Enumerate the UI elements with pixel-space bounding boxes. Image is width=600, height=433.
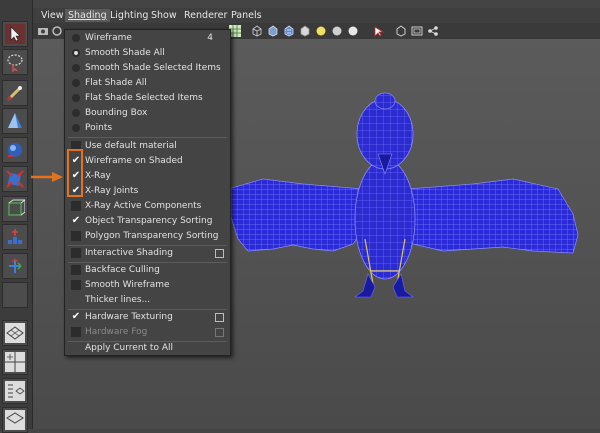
menu-item-hardware-fog: Hardware Fog	[65, 325, 230, 340]
checkmark-icon: ✔	[71, 215, 81, 226]
smooth-shade-cube-icon[interactable]	[267, 25, 279, 37]
menu-item-xray-joints[interactable]: ✔ X-Ray Joints	[65, 184, 230, 199]
radio-indicator-selected	[72, 49, 80, 57]
radio-indicator	[72, 109, 80, 117]
shading-dropdown-menu: Wireframe 4 Smooth Shade All Smooth Shad…	[64, 29, 231, 356]
persp-graph-layout-icon[interactable]	[2, 407, 28, 433]
menu-lighting[interactable]: Lighting	[107, 9, 151, 22]
outliner-layout-icon[interactable]	[2, 378, 28, 404]
menu-item-apply-current-to-all[interactable]: Apply Current to All	[65, 341, 230, 356]
menu-item-points[interactable]: Points	[65, 121, 230, 136]
menu-item-use-default-material[interactable]: Use default material	[65, 139, 230, 154]
menu-view[interactable]: View	[38, 9, 67, 22]
option-box-icon[interactable]	[215, 249, 224, 258]
share-nodes-icon[interactable]	[427, 25, 439, 37]
menu-item-flat-shade-selected[interactable]: Flat Shade Selected Items	[65, 91, 230, 106]
menu-item-smooth-shade-all[interactable]: Smooth Shade All	[65, 46, 230, 61]
single-view-layout-icon[interactable]	[2, 320, 28, 346]
option-box-icon[interactable]	[215, 313, 224, 322]
checkbox	[71, 280, 81, 290]
menu-item-flat-shade-all[interactable]: Flat Shade All	[65, 76, 230, 91]
menu-show[interactable]: Show	[148, 9, 180, 22]
last-tool-icon[interactable]	[2, 253, 28, 279]
menu-separator	[68, 137, 227, 138]
paint-select-tool-icon[interactable]	[2, 80, 28, 106]
checkbox	[71, 248, 81, 258]
checkbox	[71, 327, 81, 337]
soft-mod-tool-icon[interactable]	[2, 224, 28, 250]
menu-item-smooth-shade-selected[interactable]: Smooth Shade Selected Items	[65, 61, 230, 76]
menu-item-wireframe-on-shaded[interactable]: ✔ Wireframe on Shaded	[65, 154, 230, 169]
resolution-gate-icon[interactable]	[411, 25, 423, 37]
menu-item-backface-culling[interactable]: Backface Culling	[65, 263, 230, 278]
camera-attributes-icon[interactable]	[51, 25, 63, 37]
wireframe-cube-icon[interactable]	[251, 25, 263, 37]
camera-icon[interactable]	[37, 25, 49, 37]
radio-indicator	[72, 64, 80, 72]
menu-item-xray[interactable]: ✔ X-Ray	[65, 169, 230, 184]
menu-item-interactive-shading[interactable]: Interactive Shading	[65, 246, 230, 261]
checkmark-icon: ✔	[71, 311, 81, 322]
checkbox	[71, 201, 81, 211]
four-view-layout-icon[interactable]	[2, 349, 28, 375]
empty-tool-slot[interactable]	[2, 282, 28, 308]
shortcut-label: 4	[207, 33, 213, 43]
radio-indicator	[72, 94, 80, 102]
high-quality-sphere-icon[interactable]	[347, 25, 359, 37]
menu-item-object-transparency-sorting[interactable]: ✔ Object Transparency Sorting	[65, 214, 230, 229]
menu-item-smooth-wireframe[interactable]: Smooth Wireframe	[65, 278, 230, 293]
manipulator-tool-icon[interactable]	[2, 196, 28, 222]
highlight-box	[67, 149, 83, 197]
checkbox	[71, 265, 81, 275]
menu-panels[interactable]: Panels	[228, 9, 265, 22]
toolbox	[0, 0, 33, 433]
menu-item-xray-active-components[interactable]: X-Ray Active Components	[65, 199, 230, 214]
rotate-tool-icon[interactable]	[2, 137, 28, 163]
radio-indicator	[72, 124, 80, 132]
checkbox	[71, 231, 81, 241]
menu-item-wireframe[interactable]: Wireframe 4	[65, 31, 230, 46]
shadows-sphere-icon[interactable]	[331, 25, 343, 37]
default-light-icon[interactable]	[315, 25, 327, 37]
menu-renderer[interactable]: Renderer	[181, 9, 230, 22]
lighting-cube-icon[interactable]	[299, 25, 311, 37]
textured-cube-icon[interactable]	[283, 25, 295, 37]
option-box-icon	[215, 328, 224, 337]
annotation-arrow-icon	[31, 172, 63, 182]
select-tool-icon[interactable]	[2, 21, 28, 47]
xray-cube-icon[interactable]	[395, 25, 407, 37]
menu-item-hardware-texturing[interactable]: ✔ Hardware Texturing	[65, 310, 230, 325]
menu-item-thicker-lines[interactable]: Thicker lines...	[65, 293, 230, 308]
isolate-select-icon[interactable]	[373, 25, 385, 37]
lasso-tool-icon[interactable]	[2, 49, 28, 75]
panel-menu-bar: View Shading Lighting Show Renderer Pane…	[33, 8, 600, 23]
move-tool-icon[interactable]	[2, 108, 28, 134]
menu-shading[interactable]: Shading	[65, 9, 110, 22]
menu-item-polygon-transparency-sorting[interactable]: Polygon Transparency Sorting	[65, 229, 230, 244]
scale-tool-icon[interactable]	[2, 166, 28, 192]
menu-item-bounding-box[interactable]: Bounding Box	[65, 106, 230, 121]
radio-indicator	[72, 79, 80, 87]
radio-indicator	[72, 34, 80, 42]
